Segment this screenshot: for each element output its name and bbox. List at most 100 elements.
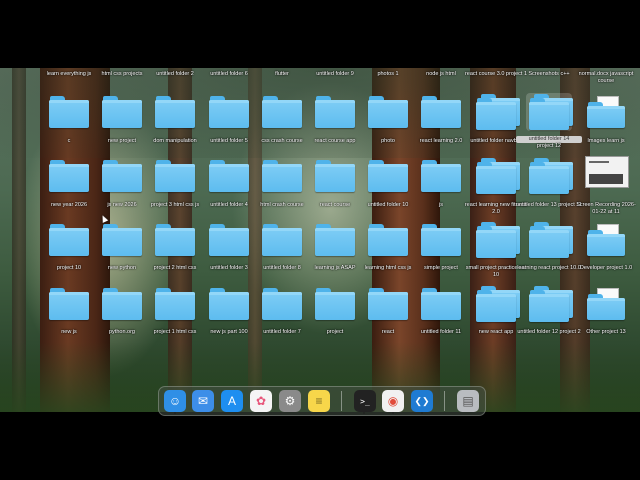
folder-body xyxy=(155,164,195,192)
notes-icon[interactable]: ≡ xyxy=(308,390,330,412)
folder-icon[interactable] xyxy=(262,160,302,192)
app-store-icon[interactable]: A xyxy=(221,390,243,412)
folder-icon[interactable] xyxy=(209,160,249,192)
folder-icon[interactable] xyxy=(209,288,249,320)
folder-stack-icon[interactable] xyxy=(529,222,573,258)
folder-stack-icon[interactable] xyxy=(529,158,573,194)
folder-icon[interactable] xyxy=(368,160,408,192)
folder-icon[interactable] xyxy=(315,224,355,256)
folder-icon[interactable] xyxy=(421,160,461,192)
folder-icon xyxy=(476,290,516,322)
folder-icon xyxy=(476,98,516,130)
folder-body xyxy=(209,292,249,320)
folder-icon xyxy=(587,294,625,320)
folder-body xyxy=(368,100,408,128)
folder-body xyxy=(529,230,569,258)
folder-stack-icon[interactable] xyxy=(476,158,520,194)
folder-icon[interactable] xyxy=(102,288,142,320)
folder-icon[interactable] xyxy=(262,224,302,256)
chrome-icon[interactable]: ◉ xyxy=(382,390,404,412)
folder-icon[interactable] xyxy=(102,224,142,256)
folder-body xyxy=(102,228,142,256)
folder-icon[interactable] xyxy=(262,96,302,128)
folder-body xyxy=(102,100,142,128)
folder-body xyxy=(476,230,516,258)
folder-icon xyxy=(529,98,569,130)
folder-icon[interactable] xyxy=(315,288,355,320)
folder-body xyxy=(529,166,569,194)
folder-body xyxy=(476,166,516,194)
folder-body xyxy=(49,228,89,256)
folder-icon[interactable] xyxy=(368,288,408,320)
folder-icon[interactable] xyxy=(155,96,195,128)
folder-stack-icon[interactable] xyxy=(476,222,520,258)
folder-stack-icon[interactable] xyxy=(476,94,520,130)
folder-body xyxy=(315,164,355,192)
folder-icon[interactable] xyxy=(102,96,142,128)
folder-icon[interactable] xyxy=(368,96,408,128)
folder-icon[interactable] xyxy=(421,96,461,128)
folder-icon[interactable] xyxy=(368,224,408,256)
screen-recording-icon[interactable] xyxy=(585,156,629,188)
folder-body xyxy=(102,292,142,320)
folder-icon[interactable] xyxy=(421,288,461,320)
mail-icon[interactable]: ✉ xyxy=(192,390,214,412)
trash-icon[interactable]: ▤ xyxy=(457,390,479,412)
folder-icon[interactable] xyxy=(315,160,355,192)
running-indicator xyxy=(392,412,394,414)
system-settings-icon[interactable]: ⚙ xyxy=(279,390,301,412)
folder-body xyxy=(155,292,195,320)
folder-icon[interactable] xyxy=(155,160,195,192)
running-indicator xyxy=(421,412,423,414)
folder-body xyxy=(155,100,195,128)
folder-body xyxy=(49,292,89,320)
folder-body xyxy=(262,228,302,256)
folder-icon[interactable] xyxy=(209,96,249,128)
folder-body xyxy=(529,102,569,130)
folder-icon[interactable] xyxy=(209,224,249,256)
terminal-icon[interactable]: >_ xyxy=(354,390,376,412)
folder-icon[interactable] xyxy=(315,96,355,128)
folder-body xyxy=(529,294,569,322)
folder-icon[interactable] xyxy=(421,224,461,256)
vscode-icon[interactable]: ❮❯ xyxy=(411,390,433,412)
folder-body xyxy=(421,292,461,320)
folder-body xyxy=(102,164,142,192)
folder-icon[interactable] xyxy=(262,288,302,320)
icon-label: Screen Recording 2026-01-22 at 11 xyxy=(576,202,636,215)
document-icon[interactable] xyxy=(587,96,625,128)
folder-body xyxy=(209,164,249,192)
folder-stack-icon[interactable] xyxy=(529,286,573,322)
folder-icon[interactable] xyxy=(155,224,195,256)
folder-icon[interactable] xyxy=(49,224,89,256)
folder-icon xyxy=(587,230,625,256)
folder-icon[interactable] xyxy=(49,96,89,128)
folder-body xyxy=(315,100,355,128)
folder-body xyxy=(209,228,249,256)
folder-icon[interactable] xyxy=(155,288,195,320)
folder-icon[interactable] xyxy=(49,288,89,320)
icon-label: normal.docx javascript course xyxy=(578,71,634,84)
document-icon[interactable] xyxy=(587,288,625,320)
folder-icon xyxy=(587,102,625,128)
folder-icon xyxy=(476,226,516,258)
folder-icon xyxy=(476,162,516,194)
folder-body xyxy=(587,106,625,128)
photos-icon[interactable]: ✿ xyxy=(250,390,272,412)
icon-label: Developer project 1.0 xyxy=(579,265,633,271)
folder-body xyxy=(209,100,249,128)
folder-icon[interactable] xyxy=(49,160,89,192)
document-icon[interactable] xyxy=(587,224,625,256)
folder-body xyxy=(155,228,195,256)
folder-body xyxy=(315,228,355,256)
desktop: learn everything js html css projects unti… xyxy=(0,68,640,412)
folder-stack-icon[interactable] xyxy=(529,94,573,130)
folder-body xyxy=(421,228,461,256)
running-indicator xyxy=(363,412,365,414)
folder-body xyxy=(49,100,89,128)
folder-body xyxy=(421,100,461,128)
folder-body xyxy=(476,294,516,322)
folder-stack-icon[interactable] xyxy=(476,286,520,322)
finder-icon[interactable]: ☺ xyxy=(164,390,186,412)
folder-icon[interactable] xyxy=(102,160,142,192)
